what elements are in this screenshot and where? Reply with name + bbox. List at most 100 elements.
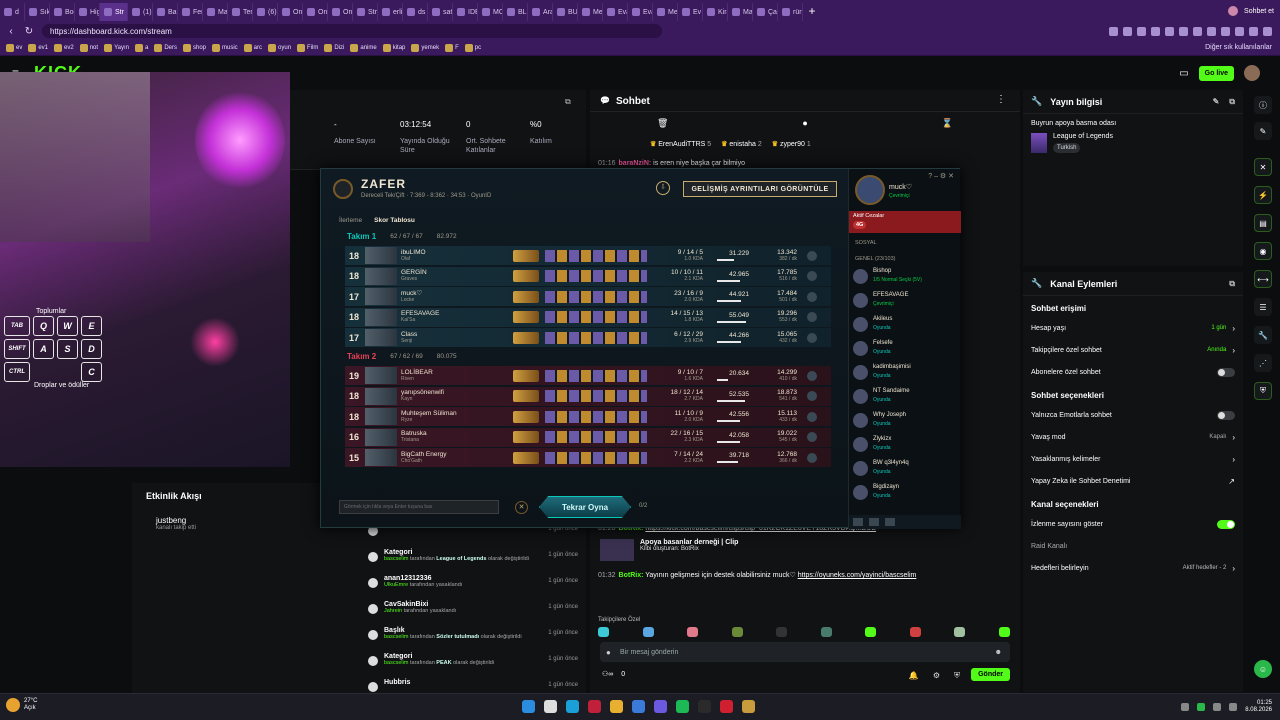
close-icon[interactable]: ✕ xyxy=(515,501,528,514)
browser-tab[interactable]: Makin xyxy=(728,3,753,21)
browser-tab[interactable]: ds xyxy=(403,3,428,21)
message-link[interactable]: https://oyuneks.com/yayinci/bascselim xyxy=(798,572,917,579)
follower-name[interactable]: justbeng xyxy=(142,516,196,525)
friend-item[interactable]: Bishop 1/5 Normal Seçki (5V) xyxy=(853,267,957,289)
clock[interactable]: 01:25 8.08.2026 xyxy=(1245,700,1272,714)
taskview-icon[interactable] xyxy=(544,700,557,713)
honor-icon[interactable] xyxy=(807,452,817,463)
bell-icon[interactable]: 🔔 xyxy=(909,671,919,681)
activity-user[interactable]: bascselim xyxy=(384,556,408,562)
bubble-icon[interactable]: ● xyxy=(802,118,807,128)
browser-tab[interactable]: (6) Inst xyxy=(253,3,278,21)
browser-tab[interactable]: Str xyxy=(100,3,128,21)
new-tab-icon[interactable]: + xyxy=(803,4,821,18)
account-age-row[interactable]: Hesap yaşı 1 gün › xyxy=(1023,317,1243,339)
explorer-icon[interactable] xyxy=(610,700,623,713)
gear-icon[interactable]: ⚙ xyxy=(933,671,940,681)
goals-row[interactable]: Hedefleri belirleyin Aktif hedefler - 2 › xyxy=(1023,557,1243,579)
extension-icon[interactable] xyxy=(1235,26,1244,36)
activity-user[interactable]: bascselim xyxy=(384,634,408,640)
extension-icon[interactable] xyxy=(1193,26,1202,36)
extension-icon[interactable] xyxy=(1221,26,1230,36)
spotify-icon[interactable] xyxy=(676,700,689,713)
browser-tab[interactable]: Arakat xyxy=(528,3,553,21)
browser-tab[interactable]: High S xyxy=(75,3,100,21)
more-icon[interactable]: ⋮ xyxy=(996,94,1006,105)
shield-icon[interactable]: ⛨ xyxy=(954,671,960,681)
game-chat-input[interactable]: Görmek için tıkla veya Enter tuşuna bas xyxy=(339,500,499,514)
honor-icon[interactable] xyxy=(807,432,817,442)
browser-tab[interactable]: Tengel xyxy=(228,3,253,21)
player-row[interactable]: 16 Batruska Tristana 22 / 16 / 15 2.3 KDA 42.… xyxy=(345,427,831,447)
dashboard-icon[interactable]: ▭ xyxy=(1179,68,1188,79)
honor-icon[interactable] xyxy=(807,291,817,302)
friend-item[interactable]: EFESAVAGE Çevrimiçi xyxy=(853,291,957,313)
browser-tab[interactable]: Çamaş xyxy=(753,3,778,21)
extension-icon[interactable] xyxy=(1123,26,1132,36)
browser-tab[interactable]: Stream xyxy=(353,3,378,21)
browser-tab[interactable]: Evarka xyxy=(628,3,653,21)
message-user[interactable]: baraNziN: xyxy=(619,160,652,167)
tray-icon[interactable] xyxy=(1181,703,1190,711)
tray-icon[interactable] xyxy=(1197,703,1206,711)
wifi-icon[interactable] xyxy=(1213,703,1222,711)
card-icon[interactable]: ▤ xyxy=(1254,214,1272,232)
app-icon[interactable] xyxy=(720,700,733,713)
category-name[interactable]: League of Legends xyxy=(1053,133,1113,140)
profile-button[interactable]: Sohbet et xyxy=(1228,6,1280,16)
emote[interactable] xyxy=(865,627,877,637)
browser-tab[interactable]: Manifi xyxy=(203,3,228,21)
go-live-button[interactable]: Go live xyxy=(1198,65,1234,81)
edit-icon[interactable]: ✎ xyxy=(1254,122,1272,140)
volume-icon[interactable] xyxy=(1229,703,1238,711)
chat-input[interactable]: ● Bir mesaj gönderin ☻ xyxy=(600,642,1010,662)
browser-tab[interactable]: Online xyxy=(328,3,353,21)
emote[interactable] xyxy=(998,627,1010,637)
bolt-icon[interactable]: ⚡ xyxy=(1254,186,1272,204)
emote[interactable] xyxy=(776,627,788,637)
url-field[interactable]: https://dashboard.kick.com/stream xyxy=(42,24,662,38)
player-row[interactable]: 18 Muhteşem Süliman Ryze 11 / 10 / 9 2.0 KDA… xyxy=(345,407,831,426)
friend-item[interactable]: Why Joseph Oyunda xyxy=(853,411,957,433)
bookmark-folder[interactable]: arc xyxy=(243,43,262,52)
bookmark-folder[interactable]: music xyxy=(212,43,238,52)
emote[interactable] xyxy=(687,627,699,637)
mission-icon[interactable] xyxy=(869,518,879,526)
top-gifter[interactable]: ♛ enistaha 2 xyxy=(721,140,762,148)
bookmark-folder[interactable]: Yayın xyxy=(104,43,129,52)
extension-icon[interactable] xyxy=(1207,26,1216,36)
support-icon[interactable]: ☺ xyxy=(1254,660,1272,678)
play-again-button[interactable]: Tekrar Oyna xyxy=(539,496,631,518)
extension-icon[interactable] xyxy=(1137,26,1146,36)
subs-only-toggle[interactable] xyxy=(1217,367,1235,377)
hourglass-icon[interactable]: ⌛ xyxy=(942,118,953,129)
bookmark-folder[interactable]: shop xyxy=(182,43,206,52)
honor-icon[interactable] xyxy=(807,312,817,322)
bookmark-folder[interactable]: not xyxy=(79,43,98,52)
player-row[interactable]: 18 ibuLIMO Olaf 9 / 14 / 5 1.0 KDA 31.229 13.3… xyxy=(345,246,831,265)
bookmark-folder[interactable]: kitap xyxy=(382,43,405,52)
emote-only-toggle[interactable] xyxy=(1217,410,1235,420)
player-row[interactable]: 19 LOLİBEAR Riven 9 / 10 / 7 1.6 KDA 20.634 14… xyxy=(345,366,831,385)
browser-tab[interactable]: Ev Ban xyxy=(678,3,703,21)
app-icon[interactable] xyxy=(632,700,645,713)
top-gifter[interactable]: ♛ zyper90 1 xyxy=(772,140,811,148)
activity-user[interactable]: UlkuEmre xyxy=(384,582,408,588)
emote[interactable] xyxy=(954,627,966,637)
message-user[interactable]: BotRix: xyxy=(619,572,644,579)
honor-icon[interactable] xyxy=(807,411,817,422)
weather-widget[interactable]: 27°C Açık xyxy=(6,698,37,712)
browser-tab[interactable]: Online xyxy=(303,3,328,21)
browser-tab[interactable]: Mesaj xyxy=(653,3,678,21)
bookmark-folder[interactable]: a xyxy=(134,43,148,52)
player-row[interactable]: 18 yanıpsönenwifi Kayn 18 / 12 / 14 2.7 KDA 5… xyxy=(345,386,831,406)
extension-icon[interactable] xyxy=(1249,26,1258,36)
browser-tab[interactable]: d xyxy=(0,3,25,21)
friend-item[interactable]: Bigdizayn Oyunda xyxy=(853,483,957,505)
bookmark-folder[interactable]: ev1 xyxy=(28,43,48,52)
player-row[interactable]: 15 BigCath Energy Cho'Gath 7 / 14 / 24 2.2 K… xyxy=(345,448,831,467)
other-bookmarks[interactable]: Diğer sık kullanılanlar xyxy=(1205,44,1280,51)
bookmark-folder[interactable]: ev2 xyxy=(54,43,74,52)
player-row[interactable]: 17 muck♡ Locke 23 / 16 / 9 2.0 KDA 44.921 17.4… xyxy=(345,287,831,306)
browser-tab[interactable]: Bookm xyxy=(50,3,75,21)
